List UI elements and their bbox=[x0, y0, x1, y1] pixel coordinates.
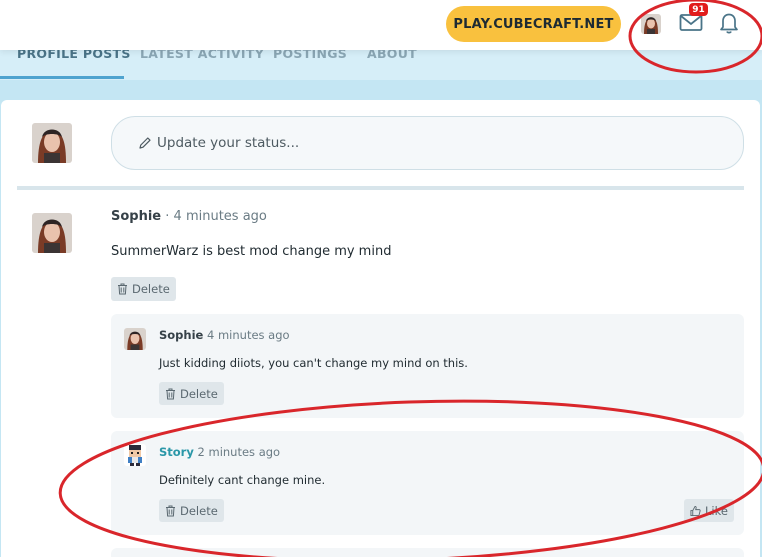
delete-comment-button[interactable]: Delete bbox=[159, 382, 224, 405]
profile-posts-panel: Update your status... Sophie · 4 minutes… bbox=[1, 100, 760, 557]
post-author-avatar[interactable] bbox=[32, 213, 72, 253]
post-separator: · bbox=[161, 209, 174, 224]
comment-timestamp[interactable]: 4 minutes ago bbox=[207, 328, 290, 342]
like-label: Like bbox=[705, 503, 728, 518]
comment-body: Just kidding diiots, you can't change my… bbox=[159, 356, 468, 370]
post-body: SummerWarz is best mod change my mind bbox=[111, 244, 392, 259]
trash-icon bbox=[166, 505, 175, 516]
avatar-photo bbox=[641, 14, 661, 34]
avatar-photo bbox=[32, 213, 72, 253]
delete-post-button[interactable]: Delete bbox=[111, 277, 176, 301]
pencil-icon bbox=[139, 137, 151, 149]
status-update-input[interactable]: Update your status... bbox=[111, 116, 744, 170]
avatar-photo bbox=[124, 328, 146, 350]
bell-icon[interactable] bbox=[718, 11, 740, 35]
comment-author-avatar[interactable] bbox=[124, 328, 146, 350]
delete-label: Delete bbox=[180, 386, 218, 401]
post-timestamp[interactable]: 4 minutes ago bbox=[174, 209, 267, 224]
comment-author-name[interactable]: Sophie bbox=[159, 328, 203, 342]
mail-count-badge: 91 bbox=[689, 3, 708, 16]
delete-label: Delete bbox=[180, 503, 218, 518]
delete-label: Delete bbox=[132, 282, 170, 296]
like-comment-button[interactable]: Like bbox=[684, 499, 734, 522]
comment-author-name[interactable]: Story bbox=[159, 445, 194, 459]
comment-item: Story 2 minutes ago Definitely cant chan… bbox=[111, 431, 744, 535]
comment-body: Definitely cant change mine. bbox=[159, 473, 326, 487]
comment-item-partial bbox=[111, 548, 744, 557]
trash-icon bbox=[118, 283, 127, 295]
comment-meta: Sophie 4 minutes ago bbox=[159, 328, 290, 342]
pixel-avatar bbox=[124, 444, 146, 466]
status-placeholder: Update your status... bbox=[157, 135, 300, 151]
play-server-button[interactable]: PLAY.CUBECRAFT.NET bbox=[446, 6, 621, 42]
user-avatar[interactable] bbox=[641, 14, 661, 34]
section-divider bbox=[17, 186, 744, 190]
comment-timestamp[interactable]: 2 minutes ago bbox=[198, 445, 281, 459]
thumbs-up-icon bbox=[690, 505, 701, 516]
comment-meta: Story 2 minutes ago bbox=[159, 445, 280, 459]
comment-item: Sophie 4 minutes ago Just kidding diiots… bbox=[111, 314, 744, 418]
post-meta: Sophie · 4 minutes ago bbox=[111, 209, 267, 224]
current-user-avatar[interactable] bbox=[32, 123, 72, 163]
post-author-name[interactable]: Sophie bbox=[111, 209, 161, 224]
avatar-photo bbox=[32, 123, 72, 163]
trash-icon bbox=[166, 388, 175, 399]
top-navigation-bar: PLAY.CUBECRAFT.NET 91 bbox=[0, 0, 762, 50]
active-tab-indicator bbox=[0, 76, 124, 79]
delete-comment-button[interactable]: Delete bbox=[159, 499, 224, 522]
comment-author-avatar[interactable] bbox=[124, 444, 146, 466]
